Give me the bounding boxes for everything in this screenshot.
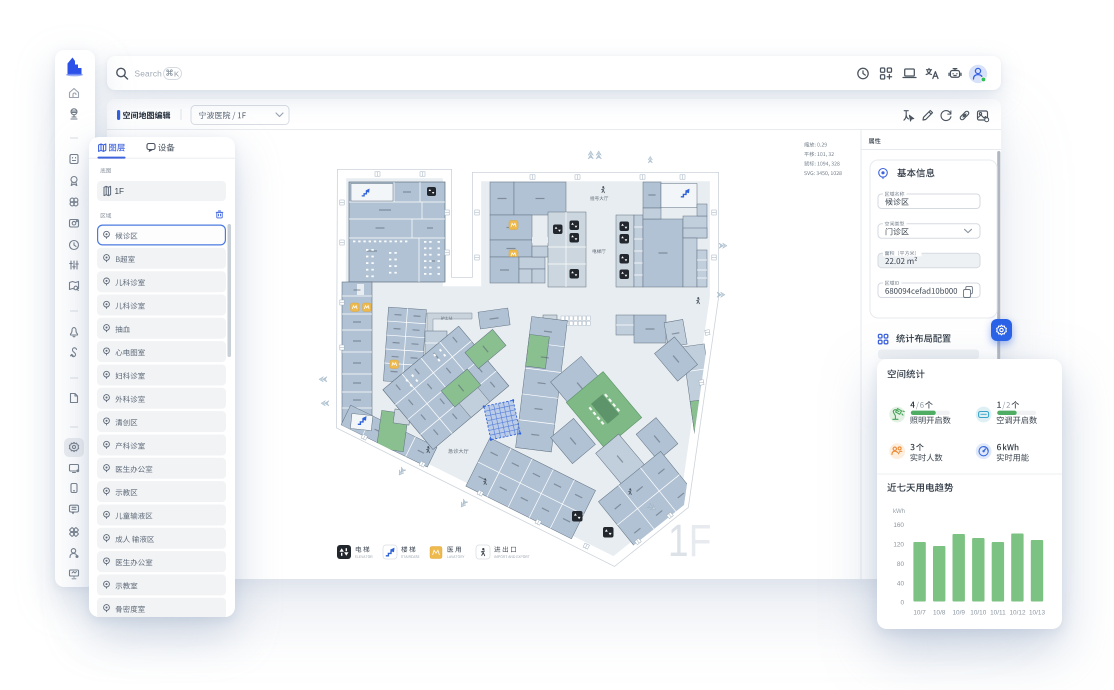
svg-text:80: 80 (897, 561, 905, 568)
svg-text:K: K (174, 70, 179, 79)
svg-text:Search: Search (135, 69, 163, 79)
svg-text:10/13: 10/13 (1029, 610, 1045, 617)
svg-text:40: 40 (897, 580, 905, 587)
svg-text:10/9: 10/9 (952, 610, 965, 617)
svg-text:1F: 1F (115, 187, 125, 196)
svg-text:1F: 1F (668, 516, 712, 566)
svg-text:10/8: 10/8 (933, 610, 946, 617)
svg-text:10/11: 10/11 (990, 610, 1006, 617)
svg-text:10/7: 10/7 (913, 610, 926, 617)
svg-text:120: 120 (893, 541, 904, 548)
svg-text:0: 0 (900, 599, 904, 606)
svg-text:10/12: 10/12 (1010, 610, 1026, 617)
svg-text:kWh: kWh (893, 509, 905, 515)
svg-text:160: 160 (893, 522, 904, 529)
svg-text:10/10: 10/10 (970, 610, 986, 617)
